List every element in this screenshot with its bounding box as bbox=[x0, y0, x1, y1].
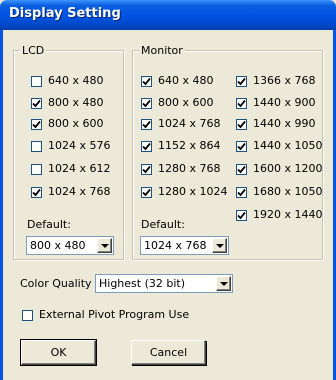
chevron-down-icon[interactable] bbox=[212, 238, 227, 253]
window-title: Display Setting bbox=[9, 6, 121, 21]
checkbox-label: 1440 x 990 bbox=[253, 117, 316, 130]
monitor-option-col2-4[interactable]: 1600 x 1200 bbox=[236, 162, 323, 176]
checkbox[interactable] bbox=[141, 186, 152, 198]
monitor-option-col1-0[interactable]: 640 x 480 bbox=[141, 74, 214, 88]
monitor-option-col1-2[interactable]: 1024 x 768 bbox=[141, 117, 221, 131]
lcd-option-1[interactable]: 800 x 480 bbox=[31, 96, 104, 110]
monitor-option-col1-1[interactable]: 800 x 600 bbox=[141, 96, 214, 110]
lcd-default-value: 800 x 480 bbox=[30, 239, 86, 252]
pivot-checkbox[interactable] bbox=[22, 309, 33, 321]
monitor-default-value: 1024 x 768 bbox=[144, 239, 207, 252]
ok-button[interactable]: OK bbox=[20, 339, 97, 366]
monitor-option-col2-6[interactable]: 1920 x 1440 bbox=[236, 208, 323, 222]
monitor-option-col1-4[interactable]: 1280 x 768 bbox=[141, 162, 221, 176]
checkbox[interactable] bbox=[141, 118, 152, 130]
checkbox[interactable] bbox=[236, 97, 247, 109]
chevron-down-icon[interactable] bbox=[97, 238, 112, 253]
checkbox[interactable] bbox=[31, 163, 42, 175]
cancel-button-label: Cancel bbox=[149, 346, 188, 359]
cancel-button[interactable]: Cancel bbox=[131, 340, 206, 365]
checkbox[interactable] bbox=[236, 118, 247, 130]
checkbox[interactable] bbox=[141, 75, 152, 87]
checkbox-label: 800 x 480 bbox=[48, 96, 104, 109]
checkbox-label: 1280 x 768 bbox=[158, 162, 221, 175]
checkbox-label: 1680 x 1050 bbox=[253, 185, 323, 198]
lcd-option-4[interactable]: 1024 x 612 bbox=[31, 162, 111, 176]
checkbox[interactable] bbox=[31, 75, 42, 87]
checkbox-label: 1366 x 768 bbox=[253, 74, 316, 87]
checkbox-label: 1280 x 1024 bbox=[158, 185, 228, 198]
lcd-default-dropdown[interactable]: 800 x 480 bbox=[26, 236, 114, 255]
lcd-option-0[interactable]: 640 x 480 bbox=[31, 74, 104, 88]
color-quality-value: Highest (32 bit) bbox=[99, 277, 186, 290]
checkbox[interactable] bbox=[236, 186, 247, 198]
checkbox-label: 1920 x 1440 bbox=[253, 208, 323, 221]
checkbox-label: 1152 x 864 bbox=[158, 139, 221, 152]
checkbox[interactable] bbox=[141, 97, 152, 109]
checkbox[interactable] bbox=[31, 118, 42, 130]
checkbox-label: 1024 x 612 bbox=[48, 162, 111, 175]
monitor-option-col2-2[interactable]: 1440 x 990 bbox=[236, 117, 316, 131]
checkbox-label: 800 x 600 bbox=[158, 96, 214, 109]
checkbox[interactable] bbox=[31, 140, 42, 152]
checkbox-label: 640 x 480 bbox=[158, 74, 214, 87]
checkbox[interactable] bbox=[236, 140, 247, 152]
checkbox[interactable] bbox=[236, 75, 247, 87]
color-quality-dropdown[interactable]: Highest (32 bit) bbox=[95, 274, 233, 293]
checkbox[interactable] bbox=[236, 209, 247, 221]
checkbox[interactable] bbox=[141, 140, 152, 152]
lcd-option-5[interactable]: 1024 x 768 bbox=[31, 185, 111, 199]
monitor-option-col1-5[interactable]: 1280 x 1024 bbox=[141, 185, 228, 199]
pivot-label: External Pivot Program Use bbox=[39, 308, 190, 321]
checkbox-label: 640 x 480 bbox=[48, 74, 104, 87]
monitor-option-col2-5[interactable]: 1680 x 1050 bbox=[236, 185, 323, 199]
title-bar[interactable]: Display Setting bbox=[0, 0, 336, 30]
chevron-down-icon[interactable] bbox=[216, 276, 231, 291]
monitor-option-col2-3[interactable]: 1440 x 1050 bbox=[236, 139, 323, 153]
checkbox[interactable] bbox=[31, 186, 42, 198]
checkbox[interactable] bbox=[31, 97, 42, 109]
checkbox-label: 1440 x 1050 bbox=[253, 139, 323, 152]
checkbox-label: 800 x 600 bbox=[48, 117, 104, 130]
checkbox-label: 1024 x 768 bbox=[158, 117, 221, 130]
lcd-legend: LCD bbox=[20, 44, 47, 57]
monitor-default-dropdown[interactable]: 1024 x 768 bbox=[140, 236, 229, 255]
checkbox-label: 1024 x 768 bbox=[48, 185, 111, 198]
pivot-checkbox-row[interactable]: External Pivot Program Use bbox=[22, 308, 189, 322]
color-quality-label: Color Quality : bbox=[20, 277, 99, 290]
monitor-option-col1-3[interactable]: 1152 x 864 bbox=[141, 139, 221, 153]
checkbox-label: 1024 x 576 bbox=[48, 139, 111, 152]
monitor-option-col2-1[interactable]: 1440 x 900 bbox=[236, 96, 316, 110]
lcd-option-3[interactable]: 1024 x 576 bbox=[31, 139, 111, 153]
monitor-legend: Monitor bbox=[139, 44, 185, 57]
lcd-default-label: Default: bbox=[27, 218, 71, 231]
monitor-default-label: Default: bbox=[141, 218, 185, 231]
checkbox-label: 1600 x 1200 bbox=[253, 162, 323, 175]
ok-button-label: OK bbox=[50, 346, 67, 359]
checkbox-label: 1440 x 900 bbox=[253, 96, 316, 109]
lcd-option-2[interactable]: 800 x 600 bbox=[31, 117, 104, 131]
checkbox[interactable] bbox=[236, 163, 247, 175]
monitor-option-col2-0[interactable]: 1366 x 768 bbox=[236, 74, 316, 88]
checkbox[interactable] bbox=[141, 163, 152, 175]
